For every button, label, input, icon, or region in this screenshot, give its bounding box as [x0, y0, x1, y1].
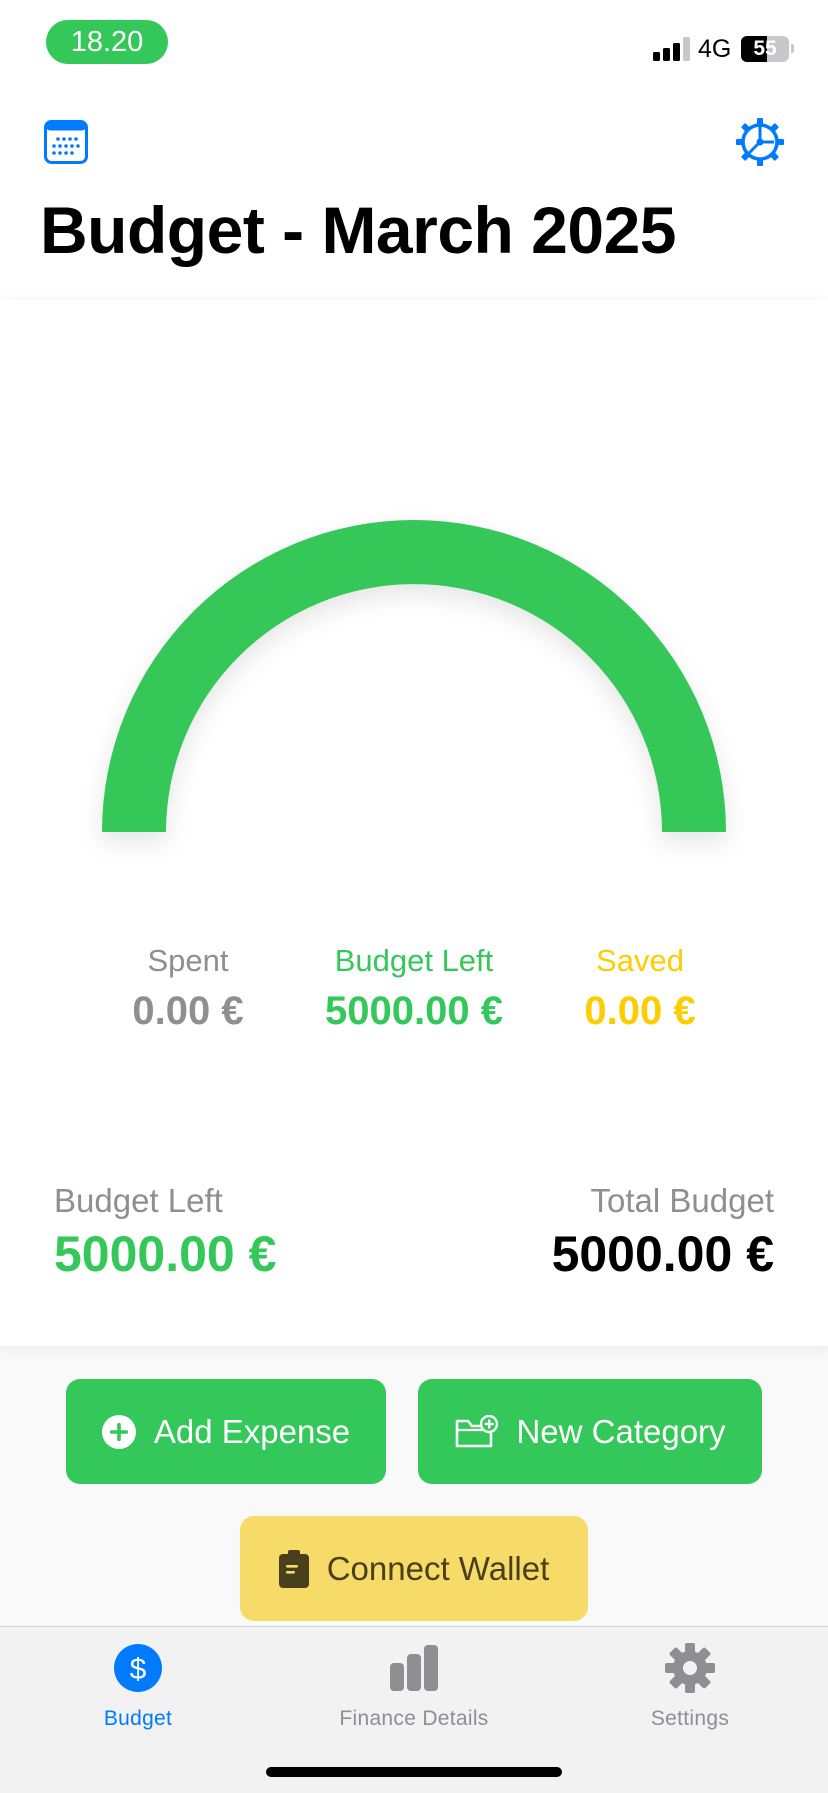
spent-label: Spent — [147, 943, 229, 978]
spent-value: 0.00 € — [132, 989, 244, 1033]
budget-gauge — [102, 520, 726, 832]
tab-settings-label: Settings — [650, 1707, 730, 1730]
status-bar: 18.20 4G 55 — [0, 0, 828, 90]
tab-finance-details[interactable]: Finance Details — [276, 1627, 552, 1747]
gauge-track — [102, 520, 726, 832]
summary-total-value: 5000.00 € — [551, 1226, 774, 1282]
home-indicator — [266, 1767, 562, 1777]
connect-wallet-button[interactable]: Connect Wallet — [240, 1516, 588, 1621]
tab-budget-label: Budget — [103, 1707, 173, 1730]
tab-finance-details-label: Finance Details — [339, 1707, 489, 1730]
tab-settings[interactable]: Settings — [552, 1627, 828, 1747]
budget-left-value: 5000.00 € — [325, 989, 503, 1033]
summary-budget-left: Budget Left 5000.00 € — [54, 1180, 276, 1284]
summary-left-label: Budget Left — [54, 1182, 223, 1219]
plus-circle-icon — [101, 1414, 136, 1449]
calendar-icon — [44, 120, 88, 164]
calendar-button[interactable] — [44, 120, 88, 164]
network-type: 4G — [698, 35, 732, 63]
saved-value: 0.00 € — [584, 989, 696, 1033]
add-expense-label: Add Expense — [153, 1412, 351, 1450]
summary-total-budget: Total Budget 5000.00 € — [552, 1180, 774, 1284]
spent-stat: Spent 0.00 € — [73, 942, 303, 1036]
header: Budget - March 2025 — [0, 90, 828, 300]
page-title: Budget - March 2025 — [40, 193, 677, 267]
add-expense-button[interactable]: Add Expense — [66, 1379, 386, 1484]
status-time: 18.20 — [46, 20, 168, 64]
battery-icon: 55 — [741, 36, 789, 62]
new-category-label: New Category — [516, 1412, 726, 1450]
budget-left-stat: Budget Left 5000.00 € — [299, 942, 529, 1036]
budget-card: Spent 0.00 € Budget Left 5000.00 € Saved… — [0, 300, 828, 1346]
header-settings-button[interactable] — [735, 117, 785, 167]
battery-percent: 55 — [753, 37, 777, 60]
summary-total-label: Total Budget — [590, 1182, 774, 1219]
svg-text:$: $ — [130, 1653, 147, 1686]
saved-label: Saved — [596, 943, 684, 978]
dollar-icon: $ — [114, 1644, 162, 1692]
clipboard-icon — [278, 1549, 309, 1588]
gear-icon — [665, 1643, 715, 1693]
tab-budget[interactable]: $ Budget — [0, 1627, 276, 1747]
new-category-button[interactable]: New Category — [418, 1379, 762, 1484]
folder-add-icon — [456, 1414, 499, 1447]
summary-left-value: 5000.00 € — [54, 1226, 277, 1282]
gear-icon — [736, 118, 784, 166]
budget-left-label: Budget Left — [334, 943, 494, 978]
battery-tip — [791, 44, 794, 53]
bar-chart-icon — [390, 1645, 438, 1691]
saved-stat: Saved 0.00 € — [525, 942, 755, 1036]
signal-icon — [653, 37, 690, 61]
connect-wallet-label: Connect Wallet — [326, 1549, 550, 1587]
